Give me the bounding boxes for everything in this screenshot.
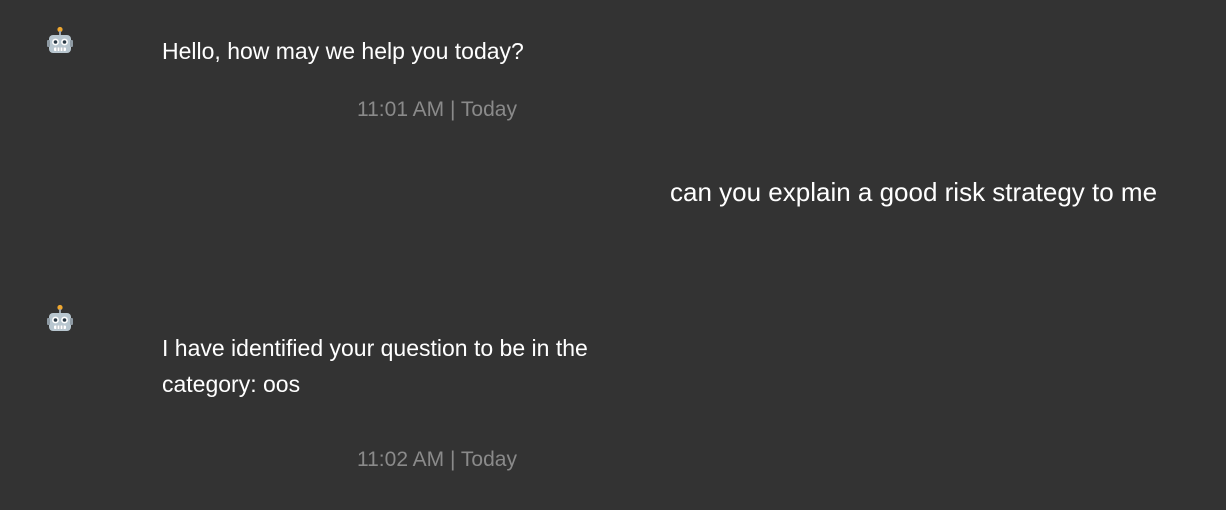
message-timestamp: 11:01 AM | Today bbox=[357, 98, 517, 121]
user-message-text: can you explain a good risk strategy to … bbox=[670, 177, 1158, 207]
robot-face-icon bbox=[46, 26, 74, 56]
bot-message-text: I have identified your question to be in… bbox=[162, 335, 588, 397]
bot-message-text: Hello, how may we help you today? bbox=[162, 38, 524, 64]
robot-face-icon bbox=[46, 304, 74, 334]
chat-transcript: Hello, how may we help you today? 11:01 … bbox=[0, 0, 1226, 510]
message-timestamp: 11:02 AM | Today bbox=[357, 448, 517, 471]
